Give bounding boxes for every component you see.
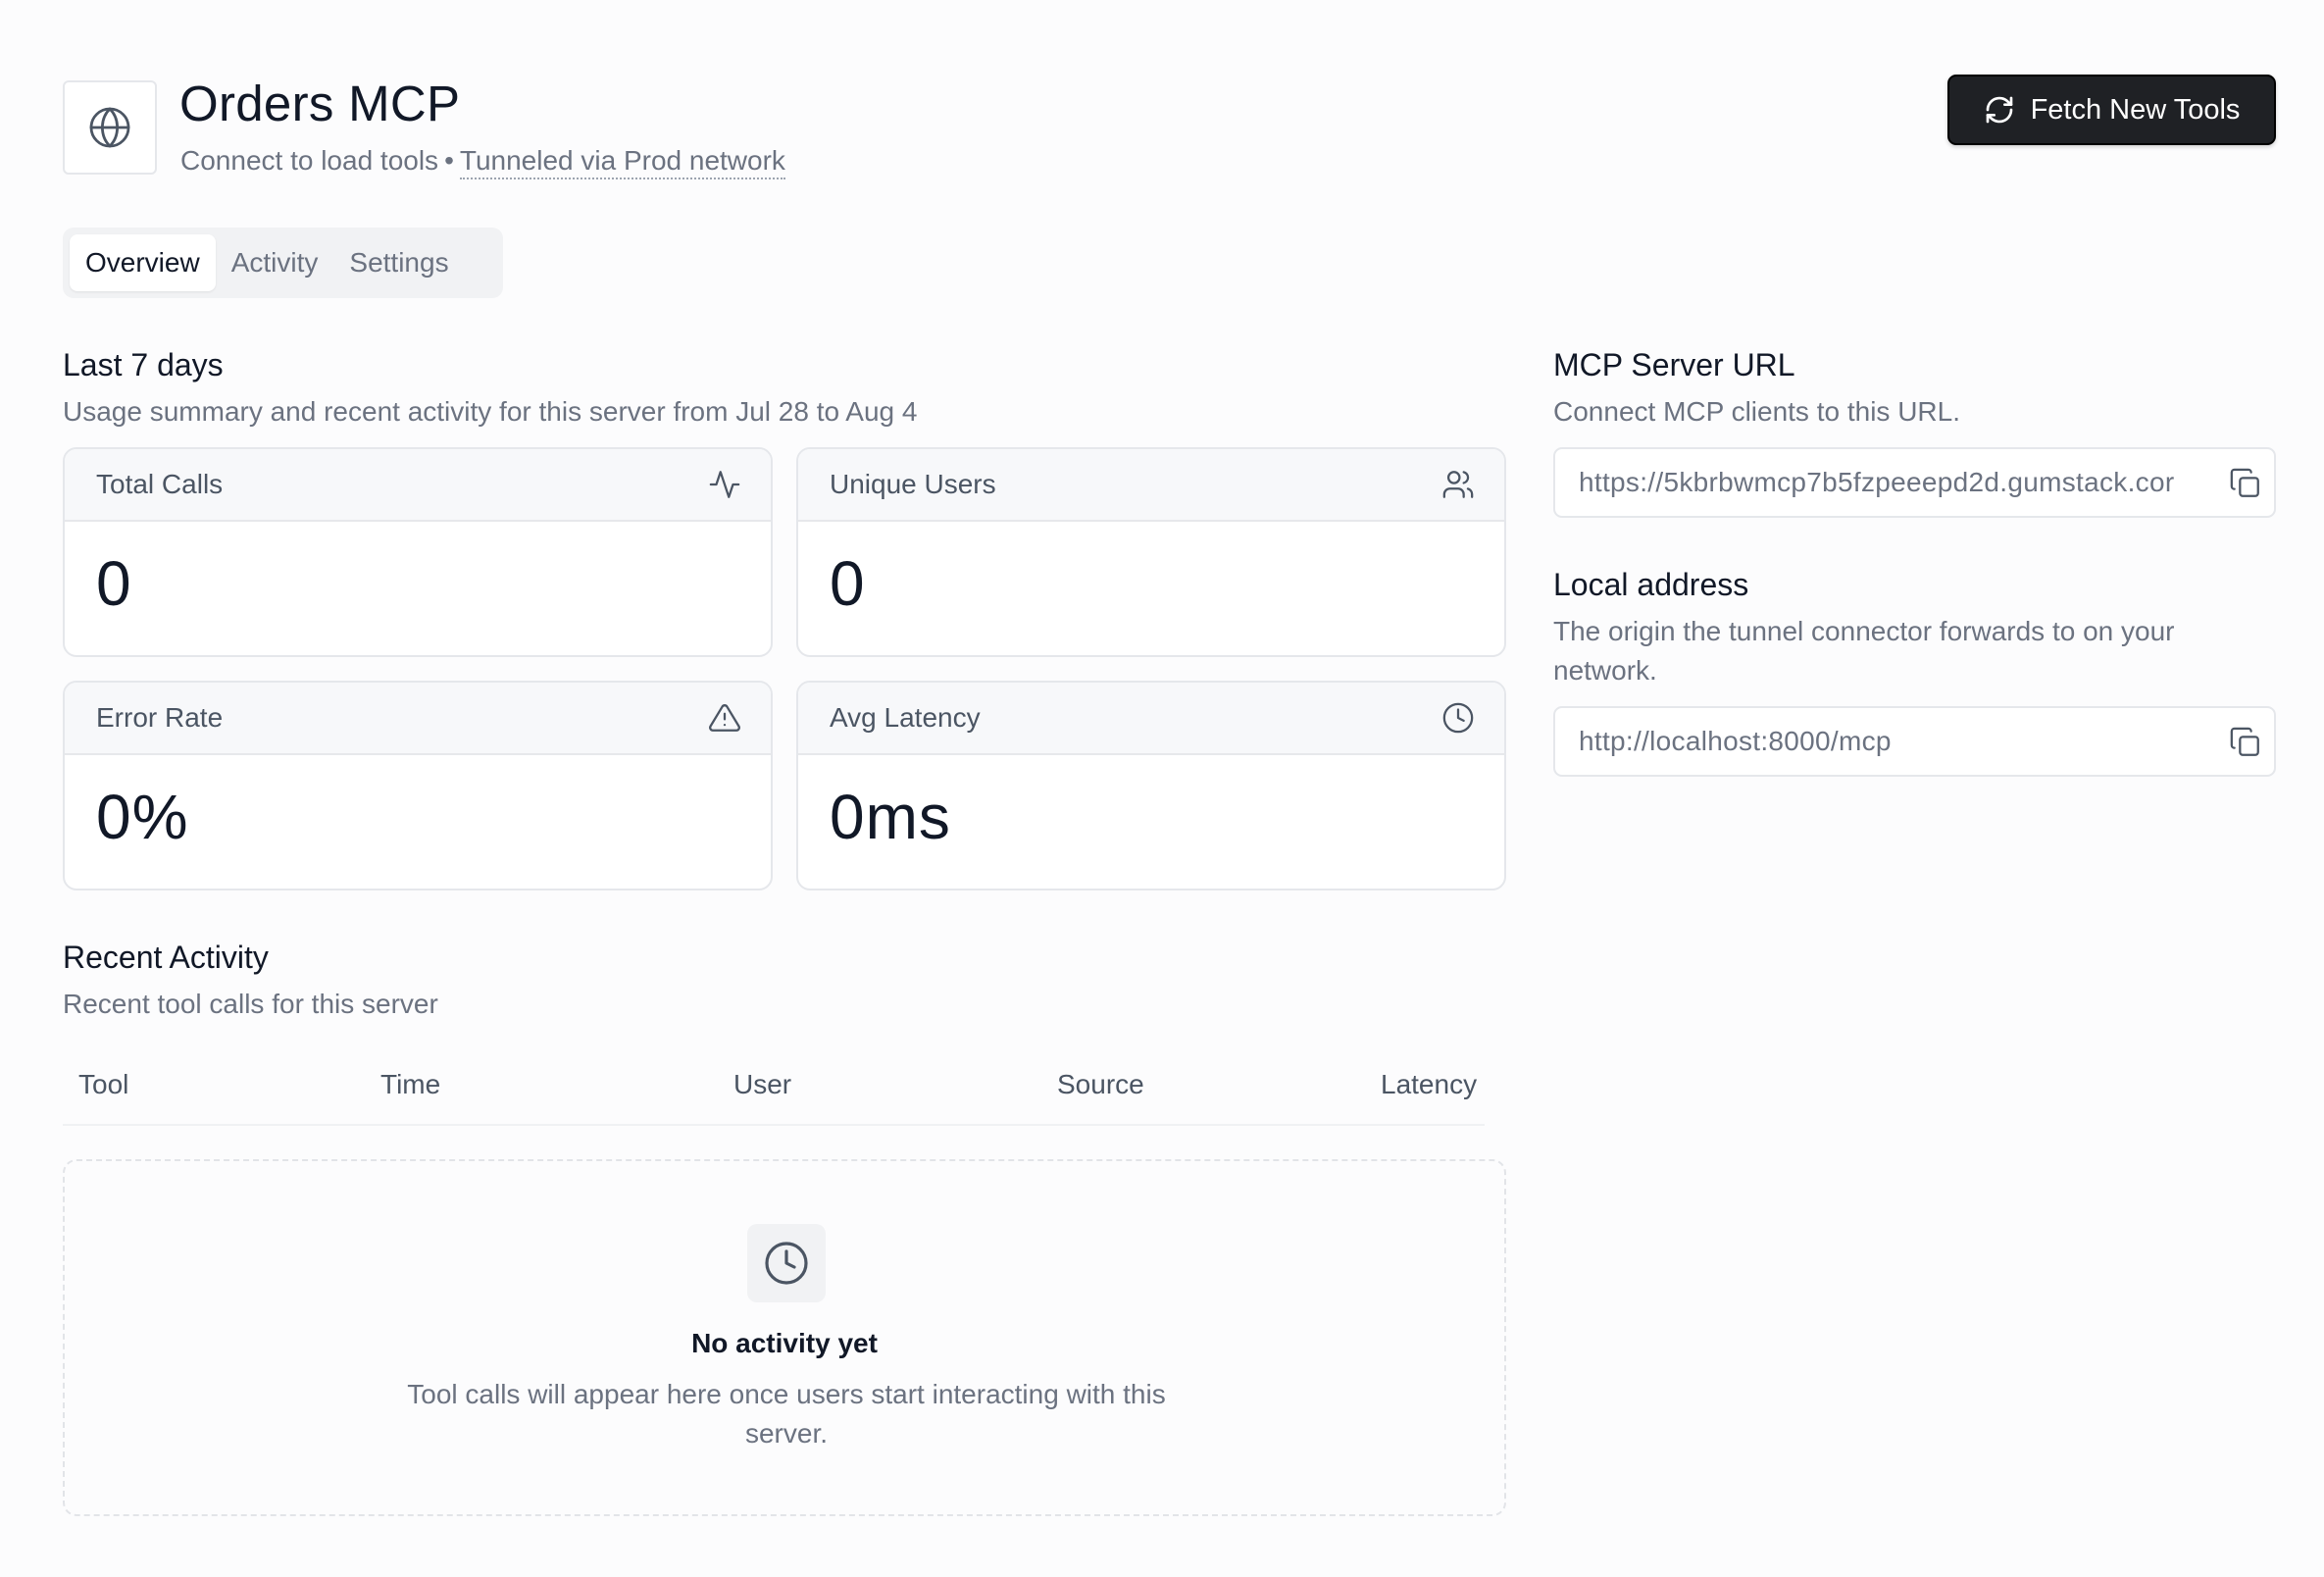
copy-server-url-button[interactable] [2227,465,2264,502]
tab-overview[interactable]: Overview [70,234,216,291]
tab-activity[interactable]: Activity [216,234,334,291]
recent-activity-title: Recent Activity [63,940,269,975]
globe-icon [89,107,130,148]
refresh-icon [1986,96,2012,124]
column-header-source[interactable]: Source [1057,1069,1144,1100]
clock-icon [1442,702,1474,734]
column-header-tool[interactable]: Tool [78,1069,128,1100]
tab-settings[interactable]: Settings [333,234,464,291]
tunnel-network-link[interactable]: Tunneled via Prod network [459,145,785,179]
stat-card-avg-latency: Avg Latency 0ms [796,681,1506,890]
copy-icon [2230,727,2259,756]
stat-card-header: Error Rate [65,683,771,755]
summary-description: Usage summary and recent activity for th… [63,396,918,427]
page-subtitle: Connect to load tools • Tunneled via Prod … [180,145,785,179]
stat-card-header: Total Calls [65,449,771,522]
stat-label: Avg Latency [830,702,981,733]
stat-card-unique-users: Unique Users 0 [796,447,1506,657]
local-address-title: Local address [1553,567,1749,602]
stat-value: 0ms [830,782,951,852]
server-url-field[interactable]: https://5kbrbwmcp7b5fzpeeepd2d.gumstack.… [1553,447,2276,518]
page-title: Orders MCP [179,76,461,131]
server-url-title: MCP Server URL [1553,347,1795,382]
column-header-user[interactable]: User [733,1069,791,1100]
warning-icon [709,704,740,732]
stat-value: 0 [96,548,132,619]
column-header-latency[interactable]: Latency [1381,1069,1483,1100]
activity-icon [709,471,740,498]
stat-value: 0 [830,548,866,619]
local-address-description: The origin the tunnel connector forwards… [1553,616,2175,686]
stat-label: Total Calls [96,469,224,499]
local-address-value[interactable]: http://localhost:8000/mcp [1579,726,1892,757]
users-icon [1442,471,1474,498]
stat-card-header: Avg Latency [798,683,1504,755]
copy-local-address-button[interactable] [2227,724,2264,761]
subtitle-separator: • [444,145,454,176]
stat-card-header: Unique Users [798,449,1504,522]
empty-state-icon-box [747,1224,826,1302]
summary-title: Last 7 days [63,347,224,382]
recent-activity-description: Recent tool calls for this server [63,989,438,1019]
copy-icon [2230,468,2259,497]
server-url-value[interactable]: https://5kbrbwmcp7b5fzpeeepd2d.gumstack.… [1579,467,2174,498]
stat-label: Error Rate [96,702,224,733]
empty-state-description: Tool calls will appear here once users s… [407,1379,1166,1449]
stat-card-error-rate: Error Rate 0% [63,681,773,890]
table-header-divider [63,1124,1485,1126]
fetch-new-tools-label: Fetch New Tools [2030,93,2241,126]
fetch-new-tools-button[interactable]: Fetch New Tools [1947,75,2276,145]
clock-icon [765,1242,808,1285]
server-url-description: Connect MCP clients to this URL. [1553,396,1960,427]
empty-state-title: No activity yet [691,1328,878,1358]
tab-bar: Overview Activity Settings [63,228,503,298]
server-avatar [63,80,157,175]
stat-label: Unique Users [830,469,996,499]
connection-status-text: Connect to load tools [180,145,439,176]
stat-value: 0% [96,782,189,852]
stat-card-total-calls: Total Calls 0 [63,447,773,657]
empty-state: No activity yet Tool calls will appear h… [63,1159,1506,1516]
server-detail-page: Orders MCP Connect to load tools • Tunnele… [0,0,2324,1577]
column-header-time[interactable]: Time [380,1069,440,1100]
local-address-field[interactable]: http://localhost:8000/mcp [1553,706,2276,777]
